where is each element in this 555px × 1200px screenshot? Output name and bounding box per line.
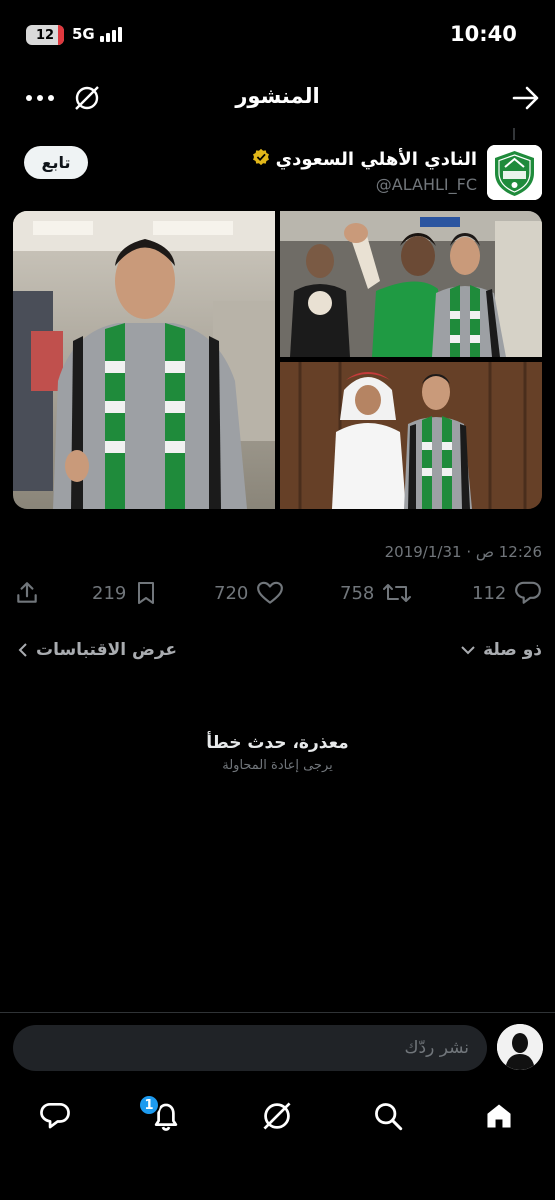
bookmark-icon bbox=[138, 582, 155, 604]
composer-divider bbox=[0, 1012, 555, 1013]
home-icon bbox=[487, 1104, 511, 1128]
sort-label: ذو صلة bbox=[483, 640, 542, 660]
search-icon bbox=[375, 1103, 403, 1131]
grok-icon bbox=[263, 1102, 291, 1130]
status-time: 10:40 bbox=[450, 22, 517, 46]
post-image-3[interactable] bbox=[280, 362, 542, 509]
nav-grok[interactable] bbox=[249, 1090, 305, 1142]
back-arrow-icon[interactable] bbox=[510, 84, 542, 112]
action-bar: 219 720 758 112 bbox=[0, 580, 555, 616]
network-type: 5G bbox=[72, 25, 95, 43]
nav-messages[interactable] bbox=[27, 1090, 83, 1142]
display-name-line[interactable]: النادي الأهلي السعودي bbox=[252, 148, 477, 170]
sort-replies-dropdown[interactable]: ذو صلة bbox=[461, 640, 542, 660]
notifications-badge: 1 bbox=[138, 1094, 160, 1116]
post-image-1[interactable] bbox=[13, 211, 275, 509]
reply-input[interactable]: نشر ردّك bbox=[13, 1025, 487, 1071]
verified-badge-icon bbox=[252, 148, 270, 170]
display-name[interactable]: النادي الأهلي السعودي bbox=[276, 149, 477, 170]
view-quotes-link[interactable]: عرض الاقتباسات bbox=[18, 640, 177, 660]
error-title: معذرة، حدث خطأ bbox=[206, 733, 349, 753]
battery-level: 12 bbox=[35, 27, 55, 43]
signal-icon bbox=[100, 27, 122, 42]
replies-bar: عرض الاقتباسات ذو صلة bbox=[0, 640, 555, 664]
reply-count: 112 bbox=[472, 582, 507, 604]
repost-button[interactable]: 758 bbox=[340, 580, 412, 606]
like-button[interactable]: 720 bbox=[214, 580, 284, 606]
messages-icon bbox=[40, 1102, 70, 1129]
heart-icon bbox=[257, 581, 284, 604]
like-count: 720 bbox=[214, 582, 249, 604]
bottom-nav bbox=[0, 1090, 555, 1145]
nav-home[interactable] bbox=[471, 1090, 527, 1142]
page-title: المنشور bbox=[235, 84, 320, 108]
error-subtitle: يرجى إعادة المحاولة bbox=[222, 758, 333, 773]
user-handle[interactable]: @ALAHLI_FC bbox=[376, 175, 477, 194]
reply-icon bbox=[515, 581, 542, 604]
chevron-left-icon bbox=[18, 643, 27, 657]
nav-search[interactable] bbox=[360, 1090, 416, 1142]
post-image-2[interactable] bbox=[280, 211, 542, 357]
chevron-down-icon bbox=[461, 646, 475, 655]
thread-line bbox=[513, 128, 515, 140]
view-quotes-label: عرض الاقتباسات bbox=[36, 640, 178, 660]
post-timestamp[interactable]: 12:26 ص · 2019/1/31 bbox=[200, 543, 542, 561]
timestamp-text: 12:26 ص · 2019/1/31 bbox=[384, 543, 542, 561]
repost-count: 758 bbox=[340, 582, 375, 604]
bookmark-button[interactable]: 219 bbox=[92, 580, 158, 606]
share-button[interactable] bbox=[14, 580, 40, 606]
bookmark-count: 219 bbox=[92, 582, 127, 604]
battery-indicator: 12 bbox=[26, 25, 64, 45]
repost-icon bbox=[383, 584, 412, 602]
reply-placeholder: نشر ردّك bbox=[404, 1038, 469, 1058]
share-icon bbox=[17, 582, 37, 603]
reply-button[interactable]: 112 bbox=[472, 580, 542, 606]
user-avatar[interactable] bbox=[497, 1024, 543, 1070]
club-avatar[interactable] bbox=[487, 145, 542, 200]
follow-button[interactable]: تابع bbox=[24, 146, 88, 179]
